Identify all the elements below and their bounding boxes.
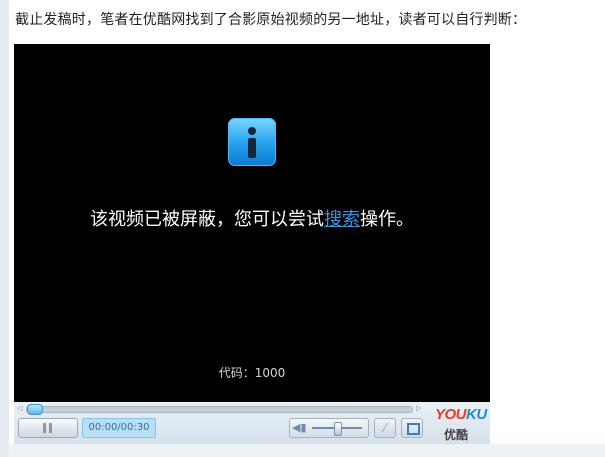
- blocked-message-suffix: 操作。: [360, 209, 414, 230]
- youku-logo[interactable]: YOUKU 优酷: [432, 406, 488, 442]
- search-link[interactable]: 搜索: [324, 209, 360, 230]
- page-bottom-band: [9, 444, 605, 457]
- info-icon-dot: [248, 127, 256, 135]
- page-left-border: [0, 0, 9, 457]
- time-display: 00:00/00:30: [82, 418, 156, 438]
- error-code: 代码：1000: [218, 366, 286, 380]
- blocked-message-text: 该视频已被屏蔽，您可以尝试: [90, 209, 324, 230]
- speaker-icon[interactable]: ◀▮: [292, 422, 307, 434]
- fullscreen-icon: [407, 423, 420, 435]
- video-screen[interactable]: 该视频已被屏蔽，您可以尝试搜索操作。 代码：1000: [14, 44, 490, 402]
- pause-button[interactable]: [18, 418, 78, 438]
- seek-handle[interactable]: [27, 404, 43, 415]
- pause-icon: [43, 423, 46, 433]
- player-controls: ◁ ▷ 00:00/00:30 ◀▮ ⁄ YOUKU 优酷: [14, 402, 490, 444]
- seek-end-icon: ▷: [416, 404, 422, 412]
- seek-start-icon: ◁: [17, 404, 23, 412]
- volume-control: ◀▮: [289, 418, 369, 438]
- light-toggle-button[interactable]: ⁄: [374, 418, 396, 438]
- youku-logo-wordmark: YOUKU: [435, 406, 487, 423]
- info-icon-stem: [248, 138, 256, 158]
- page-background: [490, 44, 605, 444]
- volume-handle[interactable]: [334, 422, 342, 436]
- info-icon: [228, 118, 276, 166]
- video-player: 该视频已被屏蔽，您可以尝试搜索操作。 代码：1000 ◁ ▷ 00:00/00:…: [14, 44, 490, 444]
- blocked-message: 该视频已被屏蔽，您可以尝试搜索操作。: [14, 205, 490, 231]
- youku-logo-chinese: 优酷: [444, 428, 469, 442]
- pause-icon-bar: [49, 423, 52, 433]
- fullscreen-button[interactable]: [401, 418, 423, 438]
- light-icon: ⁄: [383, 421, 386, 435]
- seek-bar[interactable]: [26, 406, 413, 413]
- article-caption: 截止发稿时，笔者在优酷网找到了合影原始视频的另一地址，读者可以自行判断：: [15, 12, 527, 28]
